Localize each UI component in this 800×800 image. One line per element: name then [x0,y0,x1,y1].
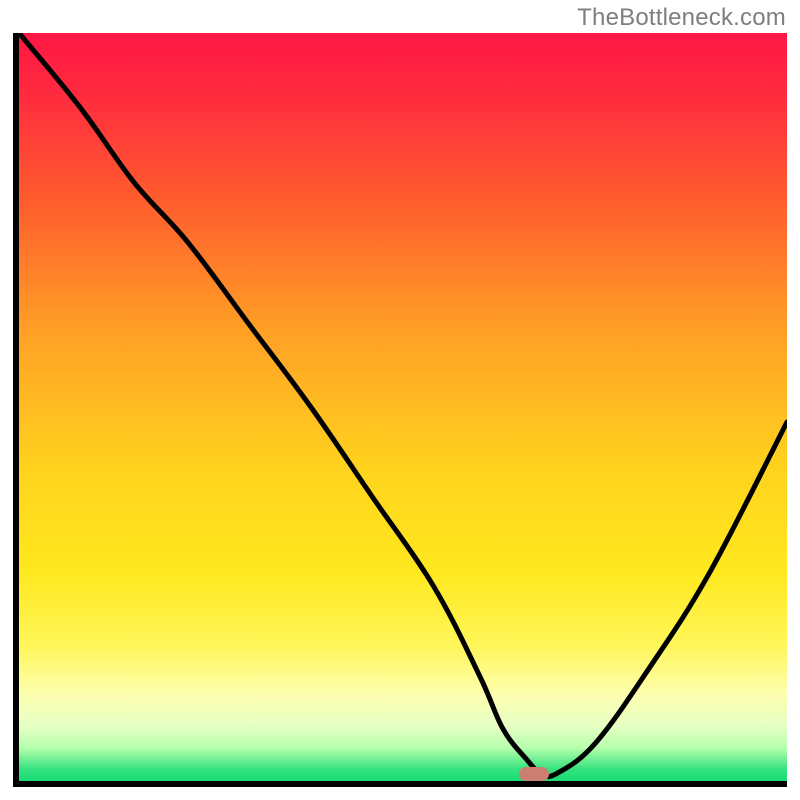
optimal-marker [519,767,549,781]
watermark-text: TheBottleneck.com [577,4,786,32]
plot-area [13,33,787,787]
plot-svg [19,33,787,781]
chart-frame: TheBottleneck.com [0,0,800,800]
gradient-background [19,33,787,781]
